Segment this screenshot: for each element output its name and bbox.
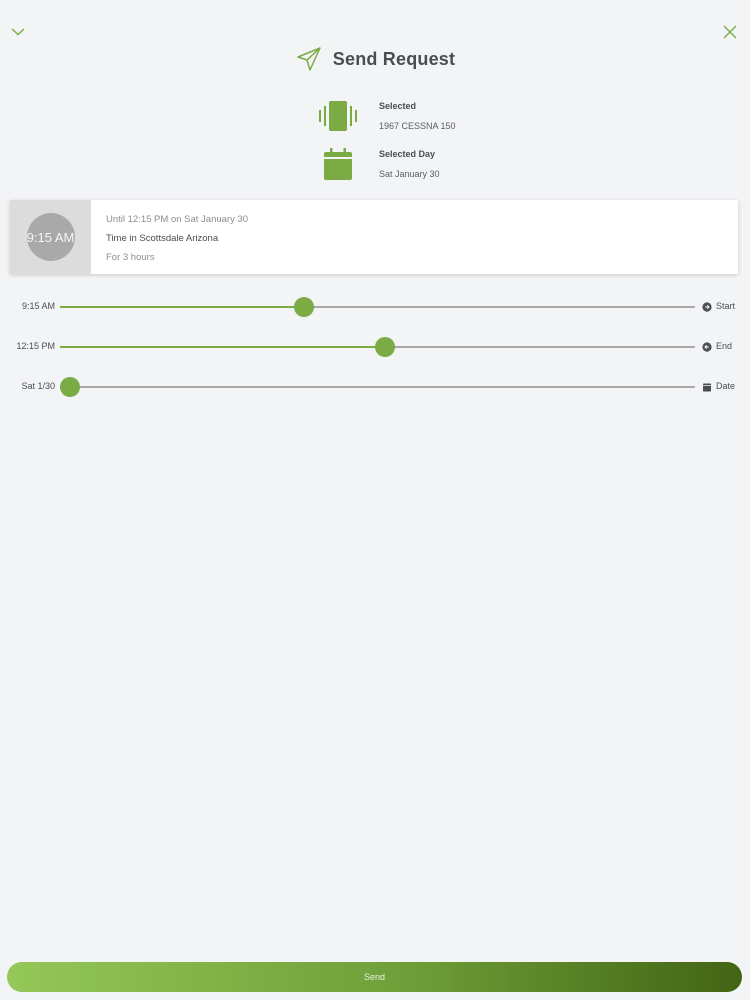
aircraft-vibrate-icon <box>316 96 360 136</box>
close-button[interactable] <box>720 22 740 42</box>
selected-aircraft: Selected 1967 CESSNA 150 <box>316 96 456 136</box>
selected-aircraft-value: 1967 CESSNA 150 <box>379 121 456 131</box>
close-icon <box>723 25 737 39</box>
until-text: Until 12:15 PM on Sat January 30 <box>106 214 249 225</box>
selected-day-label: Selected Day <box>379 149 436 159</box>
start-time-slider[interactable] <box>60 297 695 317</box>
location-text: Time in Scottsdale Arizona <box>106 233 219 244</box>
calendar-icon <box>316 144 360 184</box>
selected-day: Selected Day Sat January 30 <box>316 144 440 184</box>
duration-text: For 3 hours <box>106 252 155 263</box>
date-slider-row: Sat 1/30 Date <box>0 375 750 399</box>
end-time-slider[interactable] <box>60 337 695 357</box>
send-button[interactable]: Send <box>7 962 742 992</box>
send-request-screen: Send Request Selected 1967 CESSNA 150 Se… <box>0 0 750 1000</box>
collapse-button[interactable] <box>8 22 28 42</box>
start-label: Start <box>716 301 736 311</box>
calendar-icon <box>703 383 711 392</box>
selected-aircraft-label: Selected <box>379 101 417 111</box>
date-slider-thumb[interactable] <box>60 377 81 397</box>
start-time-value: 9:15 AM <box>21 301 55 311</box>
date-slider[interactable] <box>60 377 695 397</box>
date-label: Date <box>716 381 736 391</box>
end-time-slider-fill <box>60 346 386 348</box>
start-time-slider-row: 9:15 AM Start <box>0 295 750 319</box>
send-icon <box>297 47 321 71</box>
date-value: Sat 1/30 <box>21 381 55 391</box>
page-title: Send Request <box>332 48 456 69</box>
selected-day-value: Sat January 30 <box>379 169 440 179</box>
end-time-slider-row: 12:15 PM End <box>0 335 750 359</box>
start-time-slider-fill <box>60 306 305 308</box>
start-time-slider-thumb[interactable] <box>294 297 315 317</box>
booking-summary-card: 9:15 AM Until 12:15 PM on Sat January 30… <box>10 200 738 274</box>
end-time-slider-thumb[interactable] <box>375 337 396 357</box>
start-time-pane: 9:15 AM <box>10 200 91 274</box>
arrow-circle-right-icon <box>702 302 712 312</box>
page-header: Send Request <box>0 42 750 76</box>
arrow-circle-left-icon <box>702 342 712 352</box>
send-button-label: Send <box>363 972 386 982</box>
end-time-value: 12:15 PM <box>16 341 55 351</box>
end-label: End <box>716 341 733 351</box>
chevron-down-icon <box>11 28 25 36</box>
start-time-badge: 9:15 AM <box>26 213 75 261</box>
